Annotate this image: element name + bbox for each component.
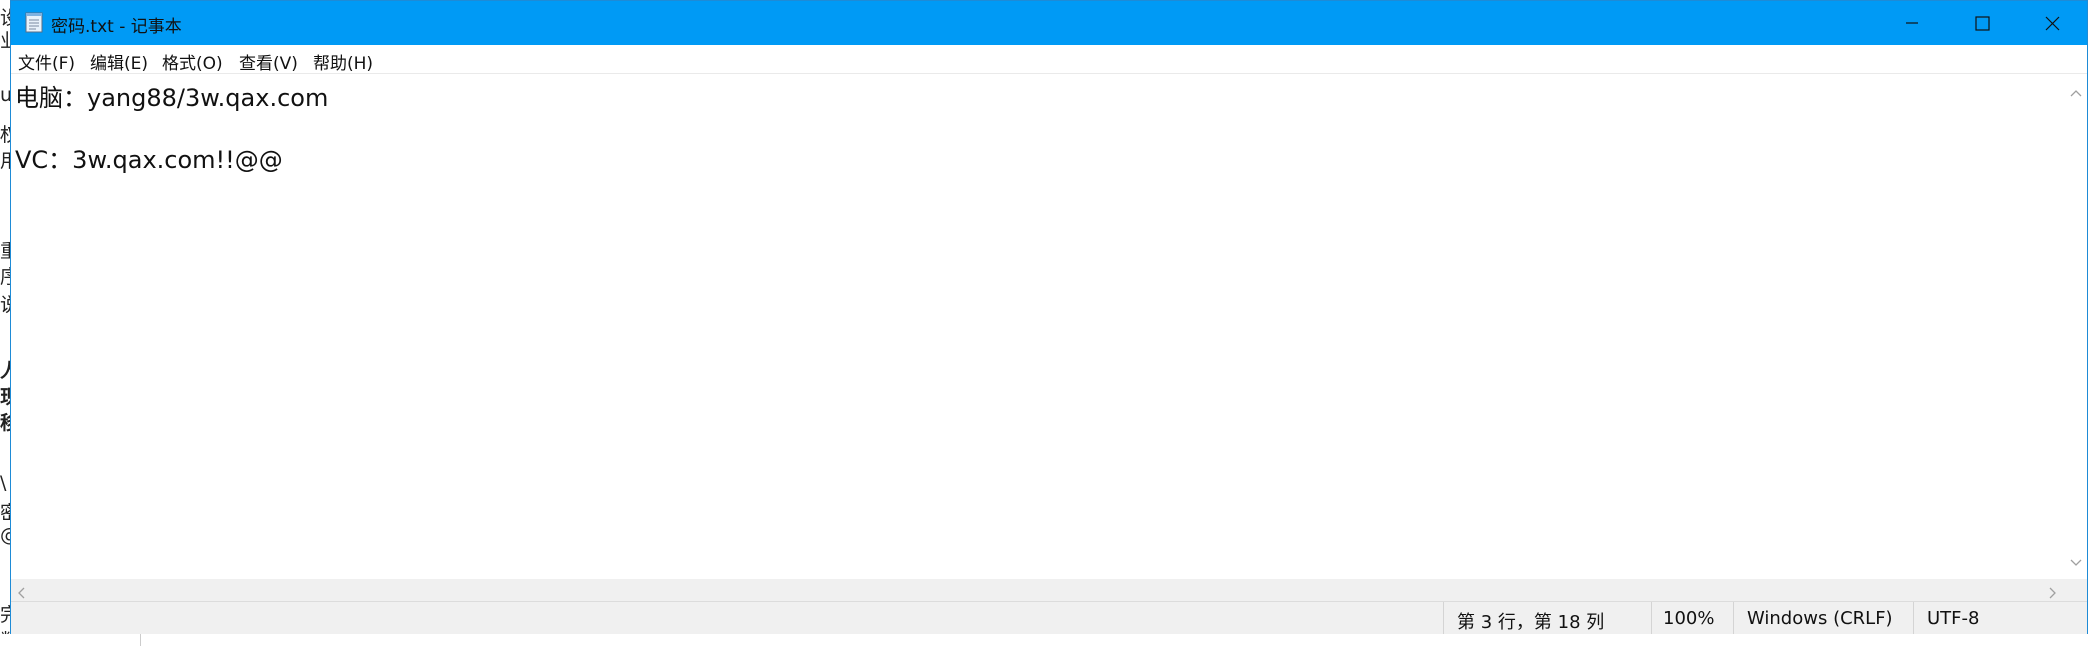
window-title: 密码.txt - 记事本 [51, 17, 182, 37]
menu-bar: 文件(F) 编辑(E) 格式(O) 查看(V) 帮助(H) [11, 45, 2087, 74]
status-divider [1651, 602, 1652, 634]
status-divider [1443, 602, 1444, 634]
menu-help[interactable]: 帮助(H) [313, 49, 373, 74]
vertical-scrollbar[interactable] [2065, 74, 2087, 579]
scroll-up-arrow-icon[interactable] [2070, 82, 2082, 101]
close-button[interactable] [2017, 1, 2087, 45]
minimize-icon [1906, 22, 1918, 24]
close-icon [2045, 16, 2059, 30]
status-divider [1733, 602, 1734, 634]
status-line-ending: Windows (CRLF) [1747, 608, 1893, 629]
scrollbar-corner [2065, 579, 2087, 601]
notepad-icon [25, 12, 43, 33]
minimize-button[interactable] [1877, 1, 1947, 45]
title-bar[interactable]: 密码.txt - 记事本 [11, 1, 2087, 45]
notepad-window: 密码.txt - 记事本 文件(F) 编辑(E) 格式(O) 查看(V) 帮助(… [10, 0, 2088, 634]
background-divider [140, 634, 141, 646]
scroll-down-arrow-icon[interactable] [2070, 552, 2082, 571]
status-encoding: UTF-8 [1927, 608, 1980, 629]
bg-text-fragment: \ [0, 472, 7, 494]
menu-edit[interactable]: 编辑(E) [90, 49, 148, 74]
background-strip [0, 634, 2098, 646]
text-editor[interactable]: 电脑：yang88/3w.qax.com VC：3w.qax.com!!@@ [11, 74, 2067, 579]
menu-format[interactable]: 格式(O) [162, 49, 223, 74]
text-line: VC：3w.qax.com!!@@ [15, 146, 283, 174]
status-divider [1913, 602, 1914, 634]
text-line: 电脑：yang88/3w.qax.com [15, 84, 329, 112]
maximize-button[interactable] [1947, 1, 2017, 45]
status-zoom: 100% [1663, 608, 1715, 629]
status-bar: 第 3 行，第 18 列 100% Windows (CRLF) UTF-8 [11, 601, 2087, 634]
menu-view[interactable]: 查看(V) [239, 49, 298, 74]
status-cursor-position: 第 3 行，第 18 列 [1457, 612, 1605, 633]
horizontal-scrollbar[interactable] [11, 579, 2067, 601]
maximize-icon [1974, 15, 1990, 31]
menu-file[interactable]: 文件(F) [18, 49, 75, 74]
